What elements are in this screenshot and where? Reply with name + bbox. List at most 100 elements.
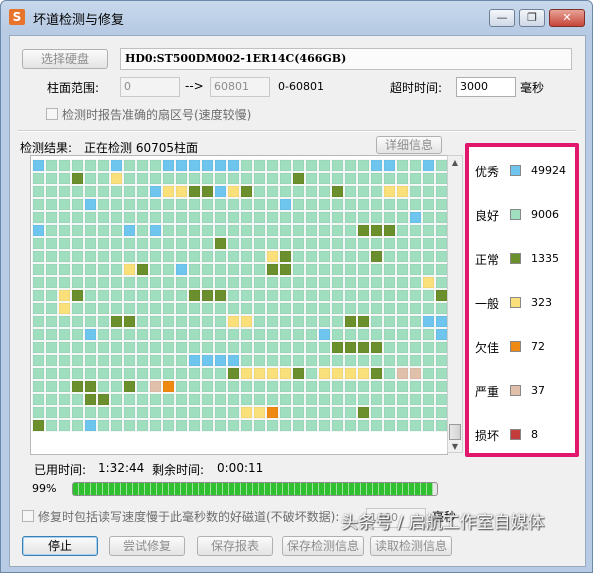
cylinder-block xyxy=(175,367,188,380)
cylinder-block xyxy=(370,419,383,432)
cylinder-block xyxy=(162,302,175,315)
cylinder-block xyxy=(149,198,162,211)
cylinder-block xyxy=(240,185,253,198)
map-scrollbar[interactable]: ▲ ▼ xyxy=(447,155,463,453)
cylinder-block xyxy=(292,302,305,315)
cylinder-block xyxy=(279,419,292,432)
cylinder-block xyxy=(45,419,58,432)
legend-name: 正常 xyxy=(475,253,500,267)
cylinder-block xyxy=(84,172,97,185)
cylinder-block xyxy=(162,159,175,172)
cylinder-block xyxy=(162,419,175,432)
cylinder-block xyxy=(84,328,97,341)
cylinder-block xyxy=(214,263,227,276)
cylinder-block xyxy=(331,289,344,302)
cylinder-block xyxy=(149,237,162,250)
range-start-input[interactable]: 0 xyxy=(120,77,180,97)
cylinder-block xyxy=(279,341,292,354)
cylinder-block xyxy=(422,354,435,367)
cylinder-block xyxy=(422,341,435,354)
cylinder-block xyxy=(435,263,448,276)
cylinder-block xyxy=(357,237,370,250)
cylinder-block xyxy=(58,341,71,354)
results-label: 检测结果: xyxy=(20,141,73,155)
cylinder-block xyxy=(71,328,84,341)
stop-button[interactable]: 停止 xyxy=(22,536,98,556)
cylinder-block xyxy=(188,367,201,380)
save-info-button[interactable]: 保存检测信息 xyxy=(282,536,364,556)
legend-count: 37 xyxy=(531,384,545,397)
cylinder-block xyxy=(32,172,45,185)
cylinder-block xyxy=(240,224,253,237)
range-end-input[interactable]: 60801 xyxy=(210,77,270,97)
cylinder-block xyxy=(188,289,201,302)
cylinder-block xyxy=(253,354,266,367)
cylinder-block xyxy=(409,393,422,406)
cylinder-block xyxy=(227,302,240,315)
cylinder-block xyxy=(136,354,149,367)
legend-item: 正常 1335 xyxy=(469,249,575,269)
cylinder-block xyxy=(32,276,45,289)
cylinder-block xyxy=(266,367,279,380)
cylinder-block xyxy=(253,250,266,263)
cylinder-block xyxy=(292,211,305,224)
cylinder-block xyxy=(266,211,279,224)
cylinder-block xyxy=(240,211,253,224)
repair-slow-checkbox[interactable] xyxy=(22,510,34,522)
cylinder-block xyxy=(292,263,305,276)
select-disk-button[interactable]: 选择硬盘 xyxy=(22,49,108,69)
read-info-button[interactable]: 读取检测信息 xyxy=(370,536,452,556)
cylinder-block xyxy=(201,341,214,354)
cylinder-block xyxy=(266,406,279,419)
cylinder-block xyxy=(136,185,149,198)
legend-name: 损坏 xyxy=(475,429,500,443)
maximize-button[interactable]: ❐ xyxy=(519,9,545,27)
scroll-thumb[interactable] xyxy=(449,424,461,440)
cylinder-block xyxy=(162,185,175,198)
timeout-input[interactable]: 3000 xyxy=(456,77,516,97)
cylinder-block xyxy=(370,302,383,315)
try-repair-button[interactable]: 尝试修复 xyxy=(109,536,185,556)
save-report-button[interactable]: 保存报表 xyxy=(197,536,273,556)
cylinder-block xyxy=(279,250,292,263)
cylinder-block xyxy=(201,250,214,263)
cylinder-block xyxy=(97,367,110,380)
cylinder-block xyxy=(305,159,318,172)
cylinder-block xyxy=(58,276,71,289)
minimize-button[interactable]: — xyxy=(489,9,515,27)
cylinder-block xyxy=(149,341,162,354)
scroll-up-icon[interactable]: ▲ xyxy=(450,158,460,168)
cylinder-block xyxy=(409,211,422,224)
cylinder-block xyxy=(318,302,331,315)
used-time-label: 已用时间: xyxy=(34,463,87,477)
range-total: 0-60801 xyxy=(278,80,324,93)
title-bar[interactable]: S 坏道检测与修复 — ❐ ✕ xyxy=(1,1,592,31)
cylinder-block xyxy=(292,159,305,172)
details-button[interactable]: 详细信息 xyxy=(376,136,442,154)
close-button[interactable]: ✕ xyxy=(549,9,585,27)
cylinder-block xyxy=(149,276,162,289)
cylinder-block xyxy=(344,159,357,172)
cylinder-map-grid xyxy=(32,159,448,432)
cylinder-block xyxy=(409,159,422,172)
cylinder-block xyxy=(344,198,357,211)
cylinder-block xyxy=(71,237,84,250)
cylinder-block xyxy=(136,289,149,302)
legend-item: 损坏 8 xyxy=(469,425,575,445)
scroll-down-icon[interactable]: ▼ xyxy=(450,442,460,452)
cylinder-block xyxy=(149,328,162,341)
cylinder-block xyxy=(110,354,123,367)
report-sector-checkbox[interactable] xyxy=(46,108,58,120)
cylinder-block xyxy=(422,224,435,237)
cylinder-block xyxy=(71,185,84,198)
cylinder-block xyxy=(32,406,45,419)
cylinder-block xyxy=(84,276,97,289)
cylinder-block xyxy=(279,380,292,393)
cylinder-block xyxy=(45,302,58,315)
cylinder-block xyxy=(292,250,305,263)
legend-name: 严重 xyxy=(475,385,500,399)
cylinder-block xyxy=(201,276,214,289)
cylinder-block xyxy=(253,276,266,289)
cylinder-block xyxy=(422,380,435,393)
cylinder-block xyxy=(305,250,318,263)
